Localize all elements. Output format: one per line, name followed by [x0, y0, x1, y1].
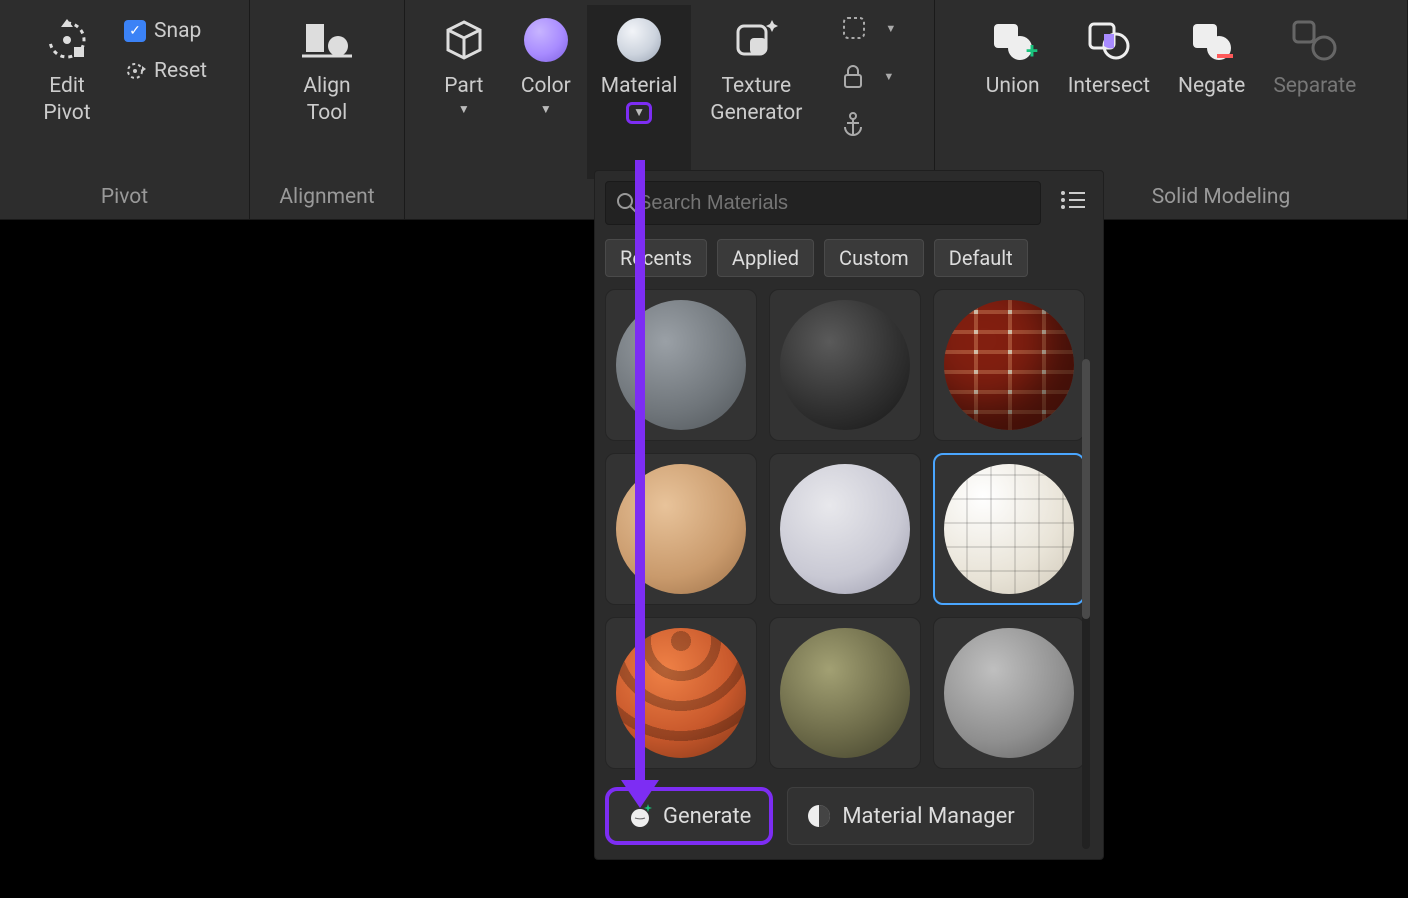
intersect-icon	[1084, 15, 1134, 65]
chevron-down-icon[interactable]: ▼	[540, 102, 552, 118]
material-preview-icon	[780, 464, 910, 594]
negate-button[interactable]: Negate	[1164, 5, 1259, 179]
tab-recents[interactable]: Recents	[605, 239, 707, 277]
lock-icon	[841, 63, 865, 89]
marquee-icon	[841, 15, 867, 41]
intersect-button[interactable]: Intersect	[1054, 5, 1164, 179]
reset-label: Reset	[154, 59, 207, 83]
check-icon: ✓	[124, 20, 146, 42]
negate-label: Negate	[1178, 73, 1245, 100]
generate-button[interactable]: Generate	[605, 787, 773, 845]
search-input[interactable]	[638, 192, 1030, 215]
material-preview-icon	[780, 300, 910, 430]
material-swatch-cardboard[interactable]	[605, 453, 757, 605]
material-preview-icon	[780, 628, 910, 758]
align-label: Align Tool	[303, 73, 350, 128]
snap-toggle[interactable]: ✓ Snap	[108, 11, 223, 51]
texture-generator-button[interactable]: Texture Generator	[691, 5, 821, 179]
anchor-button[interactable]	[825, 107, 912, 141]
reset-icon	[124, 60, 146, 82]
material-swatch-roof[interactable]	[605, 617, 757, 769]
chevron-down-icon[interactable]: ▼	[458, 102, 470, 118]
group-label-solid: Solid Modeling	[1152, 179, 1291, 219]
edit-pivot-button[interactable]: Edit Pivot	[26, 5, 108, 179]
separate-label: Separate	[1273, 73, 1356, 100]
material-swatch-ceramic[interactable]	[933, 453, 1085, 605]
search-icon	[616, 192, 638, 214]
material-manager-button[interactable]: Material Manager	[787, 787, 1033, 845]
tab-default[interactable]: Default	[934, 239, 1028, 277]
reset-button[interactable]: Reset	[108, 51, 223, 91]
material-preview-icon	[616, 464, 746, 594]
search-materials-box[interactable]	[605, 181, 1041, 225]
color-icon	[524, 15, 568, 65]
material-preview-icon	[944, 628, 1074, 758]
tab-applied[interactable]: Applied	[717, 239, 814, 277]
chevron-down-icon: ▼	[883, 70, 894, 83]
align-tool-button[interactable]: Align Tool	[272, 5, 382, 179]
material-button[interactable]: Material ▼	[587, 5, 692, 179]
generate-icon	[627, 803, 653, 829]
material-preview-icon	[944, 300, 1074, 430]
snap-label: Snap	[154, 19, 201, 43]
material-swatch-plastic[interactable]	[933, 617, 1085, 769]
texture-generator-icon	[732, 15, 780, 65]
union-icon: +	[988, 15, 1038, 65]
chevron-down-icon: ▼	[885, 22, 896, 35]
part-button[interactable]: Part ▼	[423, 5, 505, 179]
edit-pivot-label: Edit Pivot	[43, 73, 90, 128]
material-swatch-cobble[interactable]	[769, 617, 921, 769]
group-label-alignment: Alignment	[279, 179, 374, 219]
material-grid	[605, 289, 1093, 769]
material-swatch-carpet[interactable]	[769, 453, 921, 605]
material-dropdown-panel: Recents Applied Custom Default Generate …	[594, 170, 1104, 860]
union-button[interactable]: + Union	[972, 5, 1054, 179]
group-label-pivot: Pivot	[101, 179, 148, 219]
material-icon	[617, 15, 661, 65]
material-swatch-concrete[interactable]	[605, 289, 757, 441]
intersect-label: Intersect	[1068, 73, 1150, 100]
material-manager-icon	[806, 803, 832, 829]
texture-label: Texture Generator	[710, 73, 802, 128]
cube-icon	[442, 15, 486, 65]
material-swatch-asphalt[interactable]	[769, 289, 921, 441]
align-icon	[302, 15, 352, 65]
color-button[interactable]: Color ▼	[505, 5, 587, 179]
tab-custom[interactable]: Custom	[824, 239, 924, 277]
negate-icon	[1187, 15, 1237, 65]
material-preview-icon	[944, 464, 1074, 594]
union-label: Union	[986, 73, 1040, 100]
scrollbar-thumb[interactable]	[1082, 359, 1090, 619]
part-label: Part	[444, 73, 483, 100]
list-icon	[1059, 189, 1085, 211]
material-label: Material	[601, 73, 678, 100]
material-filter-tabs: Recents Applied Custom Default	[605, 239, 1093, 277]
material-preview-icon	[616, 628, 746, 758]
lock-dropdown[interactable]: ▼	[825, 59, 912, 93]
generate-label: Generate	[663, 804, 751, 829]
chevron-down-icon[interactable]: ▼	[626, 102, 652, 124]
material-preview-icon	[616, 300, 746, 430]
pivot-icon	[44, 15, 90, 65]
list-view-toggle[interactable]	[1051, 189, 1093, 217]
group-pivot: Edit Pivot ✓ Snap Reset Pivot	[0, 0, 250, 219]
separate-button: Separate	[1259, 5, 1370, 179]
separate-icon	[1290, 15, 1340, 65]
material-manager-label: Material Manager	[842, 804, 1014, 829]
selection-dropdown[interactable]: ▼	[825, 11, 912, 45]
group-alignment: Align Tool Alignment	[250, 0, 405, 219]
svg-text:+: +	[1026, 39, 1038, 62]
color-label: Color	[521, 73, 571, 100]
material-swatch-brick[interactable]	[933, 289, 1085, 441]
anchor-icon	[841, 111, 865, 137]
